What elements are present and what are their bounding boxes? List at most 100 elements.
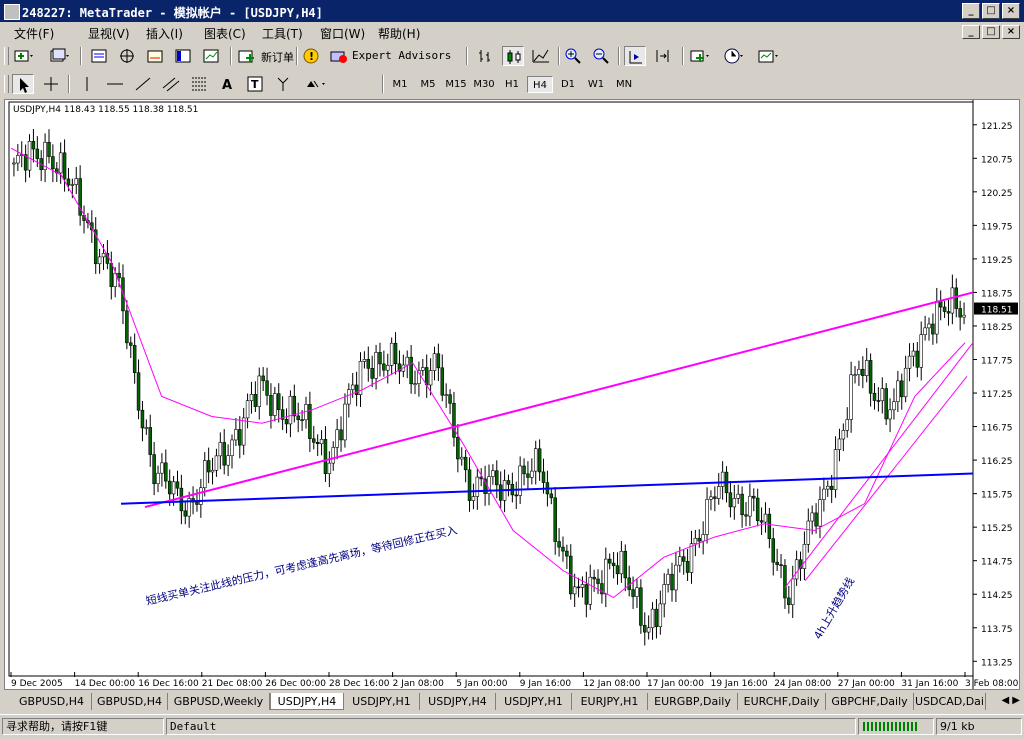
horizontal-line-icon[interactable]: [104, 74, 126, 94]
minimize-button[interactable]: _: [962, 3, 980, 19]
candlestick-icon[interactable]: [502, 46, 524, 66]
navigator-icon[interactable]: [116, 46, 138, 66]
crosshair-icon[interactable]: [40, 74, 62, 94]
indicators-icon[interactable]: [688, 46, 710, 66]
toolbar-grip[interactable]: [4, 75, 9, 93]
x-tick-label: 12 Jan 08:00: [583, 679, 640, 689]
tab-usdcad-daily[interactable]: USDCAD,Dai: [914, 693, 986, 710]
candle: [432, 353, 437, 371]
new-order-button[interactable]: 新订单: [261, 49, 294, 65]
candle: [607, 558, 612, 564]
timeframe-w1[interactable]: W1: [583, 76, 609, 93]
mdi-minimize-button[interactable]: _: [962, 25, 980, 39]
candle: [456, 437, 460, 460]
chart-window[interactable]: 121.25 120.75 120.25 119.75 119.25 118.75 118.…: [4, 99, 1020, 690]
close-button[interactable]: ×: [1002, 3, 1020, 19]
timeframe-m5[interactable]: M5: [415, 76, 441, 93]
timeframe-mn[interactable]: MN: [611, 76, 637, 93]
experts-warning-icon[interactable]: !: [300, 46, 322, 66]
candle: [522, 465, 526, 475]
tab-gbpchf-daily[interactable]: GBPCHF,Daily: [826, 693, 914, 710]
fibonacci-icon[interactable]: [188, 74, 210, 94]
zoom-out-icon[interactable]: [590, 46, 612, 66]
new-chart-icon[interactable]: [12, 46, 34, 66]
tab-usdjpy-h4[interactable]: USDJPY,H4: [270, 693, 344, 710]
tab-eurjpy-h1[interactable]: EURJPY,H1: [572, 693, 648, 710]
candle: [428, 370, 433, 386]
tab-usdjpy-h1-2[interactable]: USDJPY,H1: [496, 693, 572, 710]
toolbar-grip[interactable]: [4, 47, 9, 65]
candle: [393, 342, 398, 365]
candle: [444, 394, 448, 396]
timeframe-d1[interactable]: D1: [555, 76, 581, 93]
market-watch-icon[interactable]: [88, 46, 110, 66]
terminal-icon[interactable]: [144, 46, 166, 66]
trendline-icon[interactable]: [132, 74, 154, 94]
y-tick-label: 120.25: [981, 189, 1013, 199]
candle: [588, 576, 592, 605]
expert-advisors-button[interactable]: Expert Advisors: [352, 49, 451, 62]
candle: [713, 496, 717, 499]
tester-icon[interactable]: [172, 46, 194, 66]
candle: [962, 314, 966, 318]
menu-help[interactable]: 帮助(H): [378, 25, 420, 42]
candle: [911, 350, 916, 357]
tab-gbpusd-h4[interactable]: GBPUSD,H4: [12, 693, 92, 710]
timeframe-m30[interactable]: M30: [471, 76, 497, 93]
profiles-icon[interactable]: [48, 46, 70, 66]
chart-shift-icon[interactable]: [652, 46, 674, 66]
menu-tools[interactable]: 工具(T): [262, 25, 303, 42]
tab-usdjpy-h1[interactable]: USDJPY,H1: [344, 693, 420, 710]
auto-scroll-icon[interactable]: [624, 46, 646, 66]
y-tick-label: 114.25: [981, 591, 1013, 601]
arrows-icon[interactable]: [272, 74, 294, 94]
maximize-button[interactable]: □: [982, 3, 1000, 19]
templates-icon[interactable]: [756, 46, 778, 66]
channel-icon[interactable]: [160, 74, 182, 94]
candle: [413, 383, 417, 385]
vertical-line-icon[interactable]: [76, 74, 98, 94]
menu-charts[interactable]: 图表(C): [204, 25, 246, 42]
candle: [70, 184, 75, 186]
y-tick-label: 115.25: [981, 524, 1013, 534]
candle: [853, 374, 857, 377]
periods-clock-icon[interactable]: [722, 46, 744, 66]
candle: [125, 310, 129, 344]
timeframe-m1[interactable]: M1: [387, 76, 413, 93]
timeframe-m15[interactable]: M15: [443, 76, 469, 93]
chart-window-icon[interactable]: [200, 46, 222, 66]
candle: [670, 573, 674, 591]
mdi-restore-button[interactable]: □: [982, 25, 1000, 39]
menu-view[interactable]: 显视(V): [88, 25, 130, 42]
tab-gbpusd-weekly[interactable]: GBPUSD,Weekly: [168, 693, 270, 710]
menu-window[interactable]: 窗口(W): [320, 25, 365, 42]
cursor-icon[interactable]: [12, 74, 34, 94]
tab-eurgbp-daily[interactable]: EURGBP,Daily: [648, 693, 738, 710]
timeframe-h1[interactable]: H1: [499, 76, 525, 93]
zoom-in-icon[interactable]: [562, 46, 584, 66]
tab-gbpusd-h4-2[interactable]: GBPUSD,H4: [92, 693, 168, 710]
timeframe-h4[interactable]: H4: [527, 76, 553, 93]
menu-file[interactable]: 文件(F): [14, 25, 54, 42]
line-chart-icon[interactable]: [530, 46, 552, 66]
expert-advisors-icon[interactable]: [328, 46, 350, 66]
drawing-toolbar: A T M1 M5 M15 M30 H1 H4 D1 W1 MN: [0, 71, 1024, 97]
connection-bars: [863, 722, 917, 731]
tab-usdjpy-h4-2[interactable]: USDJPY,H4: [420, 693, 496, 710]
text-icon[interactable]: A: [216, 74, 238, 94]
x-tick-label: 27 Jan 00:00: [838, 679, 895, 689]
candle: [203, 460, 207, 489]
bar-chart-icon[interactable]: [474, 46, 496, 66]
tab-eurchf-daily[interactable]: EURCHF,Daily: [738, 693, 826, 710]
arrow-types-icon[interactable]: [302, 74, 325, 94]
candle: [253, 394, 258, 407]
menu-insert[interactable]: 插入(I): [146, 25, 183, 42]
tab-scroll-arrows-icon[interactable]: ◀ ▶: [1001, 695, 1020, 706]
candle: [101, 253, 106, 258]
candle: [837, 438, 842, 450]
text-label-icon[interactable]: T: [244, 74, 266, 94]
price-chart[interactable]: 121.25 120.75 120.25 119.75 119.25 118.75 118.…: [5, 100, 1019, 689]
mdi-close-button[interactable]: ×: [1002, 25, 1020, 39]
new-order-icon[interactable]: [236, 46, 258, 66]
candle: [767, 513, 772, 539]
